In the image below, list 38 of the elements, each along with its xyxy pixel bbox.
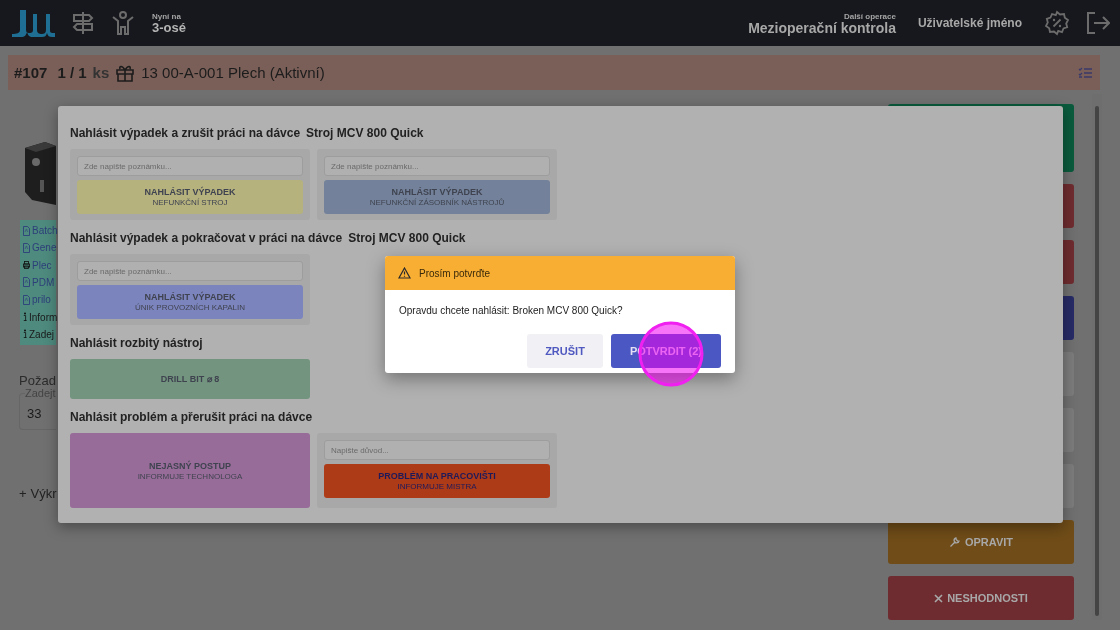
part-name: 13 00-A-001 Plech (Aktivní) <box>141 64 325 81</box>
machine-name: Stroj MCV 800 Quick <box>348 231 466 245</box>
machine-name: Stroj MCV 800 Quick <box>306 126 424 140</box>
note-field[interactable]: Zde napište poznámku... <box>77 261 303 281</box>
next-operation: Mezioperační kontrola <box>748 20 896 35</box>
dialog-title: Prosím potvrďte <box>419 267 491 279</box>
section-title: Požad <box>19 373 56 388</box>
document-link[interactable]: Zadej <box>29 328 54 340</box>
document-link[interactable]: PDM <box>32 277 55 288</box>
plus-icon: + <box>19 486 27 501</box>
nonconformity-button[interactable]: NESHODNOSTI <box>888 576 1074 620</box>
document-link[interactable]: prilo <box>32 294 51 306</box>
current-label: Nyní na <box>152 12 182 21</box>
document-link[interactable]: Gene <box>32 242 57 254</box>
report-button[interactable]: NAHLÁSIT VÝPADEK NEFUNKČNÍ ZÁSOBNÍK NÁSTROJŮ <box>324 180 550 214</box>
document-link[interactable]: Inform <box>29 311 58 323</box>
document-link[interactable]: Plec <box>32 259 52 271</box>
drawing-link[interactable]: Výkr <box>30 486 57 501</box>
section-title: Nahlásit problém a přerušit práci na dávce <box>70 410 314 424</box>
section-title: Nahlásit výpadek a pokračovat v práci na dávce Stroj MCV 800 Quick <box>70 231 467 245</box>
dialog-message: Opravdu chcete nahlásit: Broken MCV 800 Quick? <box>398 304 624 318</box>
current-operation: 3-osé <box>152 21 186 34</box>
report-button[interactable]: DRILL BIT ⌀ 8 <box>70 359 310 399</box>
unit: ks <box>92 64 110 81</box>
cancel-button[interactable]: ZRUŠIT <box>527 334 603 368</box>
repair-button[interactable]: OPRAVIT <box>888 520 1074 564</box>
next-label: Další operace <box>843 11 896 21</box>
report-button[interactable]: NAHLÁSIT VÝPADEK NEFUNKČNÍ STROJ <box>77 180 303 214</box>
report-button[interactable]: NEJASNÝ POSTUP INFORMUJE TECHNOLOGA <box>70 433 310 508</box>
document-link[interactable]: Batch <box>32 225 58 237</box>
note-field[interactable]: Zde napište poznámku... <box>77 156 303 176</box>
report-button[interactable]: PROBLÉM NA PRACOVIŠTI INFORMUJE MISTRA <box>324 464 550 498</box>
order-number: #107 <box>14 64 48 81</box>
section-title: Nahlásit výpadek a zrušit práci na dávce Stroj MCV 800 Quick <box>70 126 425 140</box>
report-button[interactable]: NAHLÁSIT VÝPADEK ÚNIK PROVOZNÍCH KAPALIN <box>77 285 303 319</box>
user-name[interactable]: Uživatelské jméno <box>917 16 1022 30</box>
quantity: 1 / 1 <box>57 64 87 81</box>
note-field[interactable]: Zde napište poznámku... <box>324 156 550 176</box>
